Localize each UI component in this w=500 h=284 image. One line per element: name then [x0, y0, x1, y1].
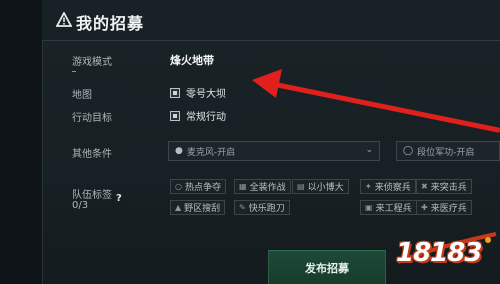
tag-chip[interactable]: ▲ 野区搜刮 — [170, 200, 226, 215]
mic-dropdown[interactable]: ● 麦克风-开启 ⌄ — [168, 141, 380, 161]
map-option-checkbox[interactable]: 零号大坝 — [170, 85, 226, 100]
shield-icon: ◯ — [403, 146, 414, 156]
tag-icon: ▤ — [297, 182, 305, 191]
tag-label: 来侦察兵 — [374, 183, 411, 193]
tag-icon: ✖ — [421, 182, 428, 191]
watermark-text: 18183 — [396, 238, 482, 268]
checkbox-icon[interactable] — [170, 87, 180, 98]
tag-icon: ○ — [175, 182, 182, 191]
tag-chip[interactable]: ▦ 全装作战 — [234, 179, 291, 194]
tag-icon: ✚ — [421, 203, 428, 212]
tag-chip[interactable]: ✚ 来医疗兵 — [416, 200, 472, 215]
tag-chip[interactable]: ▤ 以小博大 — [292, 179, 349, 194]
checkbox-icon[interactable] — [170, 110, 180, 121]
publish-button[interactable]: 发布招募 — [268, 250, 386, 284]
team-tags-label: 队伍标签 — [72, 190, 112, 201]
tag-icon: ▲ — [175, 203, 182, 212]
microphone-icon: ● — [175, 146, 183, 156]
help-icon[interactable]: ? — [116, 193, 122, 204]
objective-option-label: 常规行动 — [186, 112, 226, 123]
objective-option-checkbox[interactable]: 常规行动 — [170, 108, 226, 123]
tag-label: 以小博大 — [307, 183, 344, 193]
tag-label: 全装作战 — [249, 183, 286, 193]
tag-icon: ✎ — [239, 203, 246, 212]
tag-chip[interactable]: ▣ 来工程兵 — [360, 200, 417, 215]
page-title: 我的招募 — [76, 14, 145, 33]
tag-label: 快乐跑刀 — [248, 204, 285, 214]
tag-label: 来突击兵 — [430, 183, 467, 193]
map-option-label: 零号大坝 — [186, 89, 226, 100]
chevron-down-icon: ⌄ — [365, 145, 373, 155]
tag-label: 来医疗兵 — [430, 204, 467, 214]
mode-label: 游戏模式 — [72, 57, 112, 68]
tag-label: 热点争夺 — [184, 183, 221, 193]
warning-triangle-icon — [56, 12, 72, 27]
objective-label: 行动目标 — [72, 113, 112, 124]
tag-chip[interactable]: ✖ 来突击兵 — [416, 179, 472, 194]
tag-chip[interactable]: ✎ 快乐跑刀 — [234, 200, 290, 215]
divider-dash — [72, 71, 76, 72]
tag-icon: ▣ — [365, 203, 373, 212]
rank-dropdown[interactable]: ◯ 段位军功-开启 — [396, 141, 500, 161]
tag-icon: ▦ — [239, 182, 247, 191]
tag-chip[interactable]: ○ 热点争夺 — [170, 179, 226, 194]
tag-chip[interactable]: ✦ 来侦察兵 — [360, 179, 416, 194]
tag-label: 来工程兵 — [375, 204, 412, 214]
mode-value: 烽火地带 — [170, 54, 214, 67]
mic-dropdown-value: 麦克风-开启 — [186, 147, 236, 158]
team-tags-count: 0/3 — [72, 200, 89, 211]
rank-dropdown-value: 段位军功-开启 — [417, 147, 475, 158]
map-label: 地图 — [72, 90, 92, 101]
tag-label: 野区搜刮 — [184, 204, 221, 214]
other-conditions-label: 其他条件 — [72, 149, 112, 160]
tag-icon: ✦ — [365, 182, 372, 191]
